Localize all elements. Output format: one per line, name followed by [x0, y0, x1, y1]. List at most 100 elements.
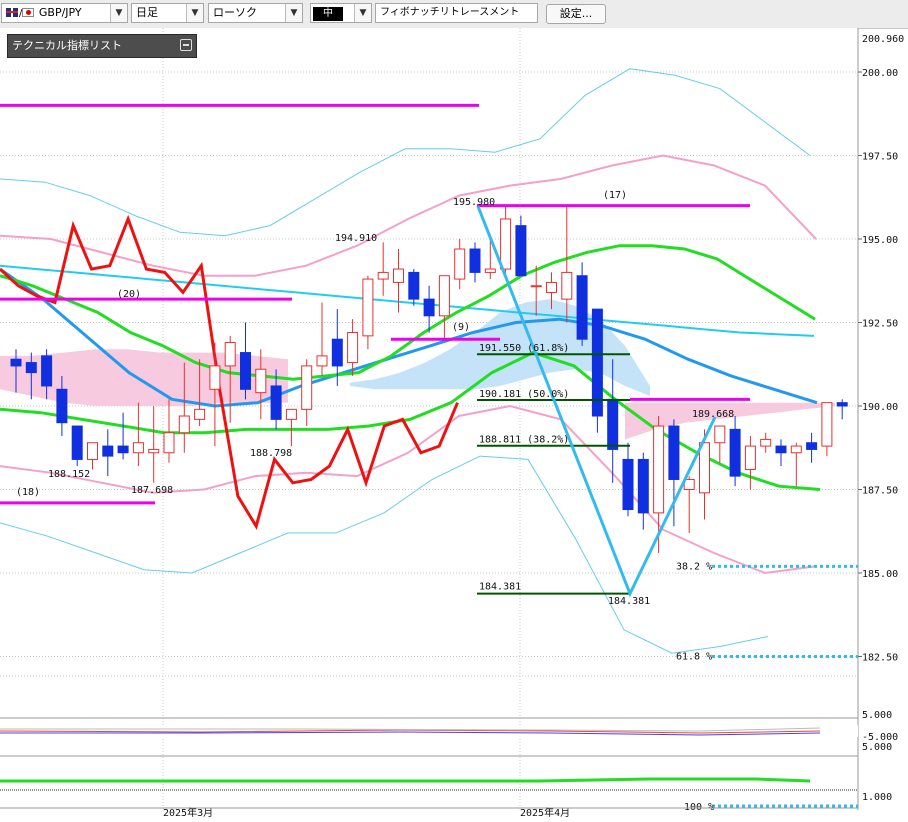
- lower-tick: 5.000: [862, 710, 892, 721]
- candle-body: [10, 358, 22, 367]
- indicator-list-panel[interactable]: テクニカル指標リスト: [7, 34, 197, 58]
- chart-background: [0, 28, 858, 822]
- candle-body: [469, 248, 481, 273]
- fib-level-label: 190.181 (50.0%): [479, 389, 569, 400]
- price-tick: 187.50: [862, 486, 898, 497]
- candle-body: [729, 428, 741, 477]
- chart-type-select[interactable]: ローソク ▼: [208, 3, 303, 23]
- candle-body: [240, 352, 251, 390]
- period-label: (17): [603, 190, 627, 201]
- candle-body: [377, 271, 389, 280]
- candle-body: [132, 442, 144, 454]
- candle-body: [163, 432, 175, 454]
- size-select[interactable]: 中 ▼: [310, 3, 372, 23]
- symbol-select[interactable]: / GBP/JPY ▼: [1, 3, 128, 23]
- settings-button[interactable]: 設定...: [546, 4, 606, 24]
- uk-flag-icon: [6, 7, 18, 17]
- candle-body: [270, 385, 282, 420]
- candle-body: [102, 445, 114, 457]
- price-annotation: 194.910: [335, 233, 377, 244]
- period-label: (18): [16, 487, 40, 498]
- price-annotation: 188.798: [250, 448, 292, 459]
- candle-body: [714, 425, 726, 444]
- price-tick: 190.00: [862, 402, 898, 413]
- price-tick: 195.00: [862, 235, 898, 246]
- candle-body: [637, 458, 649, 514]
- symbol-label: GBP/JPY: [38, 6, 82, 19]
- candle-body: [576, 275, 588, 340]
- candle-body: [790, 445, 802, 454]
- candle-body: [178, 415, 190, 434]
- chevron-down-icon[interactable]: ▼: [110, 4, 127, 22]
- fib-level-label: 188.811 (38.2%): [479, 435, 569, 446]
- price-tick: 200.960: [862, 34, 904, 45]
- candle-body: [117, 445, 129, 454]
- price-annotation: 189.668: [692, 409, 734, 420]
- candle-body: [561, 271, 573, 300]
- price-chart[interactable]: 191.550 (61.8%) 190.181 (50.0%) 188.811 (3…: [0, 28, 908, 822]
- fib-projection-label: 38.2 %: [676, 561, 712, 572]
- chart-type-label: ローソク: [213, 6, 257, 19]
- candle-body: [806, 442, 818, 450]
- price-annotation: 184.381: [608, 596, 650, 607]
- candle-body: [836, 402, 848, 407]
- price-annotation: 188.152: [48, 469, 90, 480]
- candle-body: [423, 298, 435, 317]
- chevron-down-icon[interactable]: ▼: [285, 4, 302, 22]
- candle-body: [194, 408, 206, 420]
- candle-body: [653, 425, 665, 514]
- lower-tick: 5.000: [862, 742, 892, 753]
- period-label: (9): [452, 322, 470, 333]
- candle-body: [285, 408, 297, 420]
- minimize-icon[interactable]: [180, 39, 192, 51]
- candle-body: [362, 278, 374, 337]
- price-tick: 185.00: [862, 569, 898, 580]
- indicator-list-title: テクニカル指標リスト: [12, 39, 122, 52]
- candle-body: [500, 218, 512, 270]
- candle-body: [821, 402, 833, 447]
- candle-body: [438, 275, 450, 317]
- fib-level-label: 191.550 (61.8%): [479, 343, 569, 354]
- size-label: 中: [313, 7, 343, 21]
- price-tick: 182.50: [862, 653, 898, 664]
- jp-flag-icon: [22, 7, 35, 17]
- lower-tick: 1.000: [862, 792, 892, 803]
- timeframe-select[interactable]: 日足 ▼: [131, 3, 204, 23]
- candle-body: [224, 342, 236, 367]
- candle-body: [71, 425, 83, 460]
- candle-body: [744, 445, 756, 470]
- chevron-down-icon[interactable]: ▼: [354, 4, 371, 22]
- candle-body: [255, 368, 267, 394]
- candle-body: [668, 425, 680, 480]
- toolbar: / GBP/JPY ▼ 日足 ▼ ローソク ▼ 中 ▼ フィボナッチリトレースメ…: [0, 0, 908, 29]
- price-annotation: 195.980: [453, 197, 495, 208]
- price-tick: 197.50: [862, 152, 898, 163]
- candle-body: [622, 458, 634, 511]
- candle-body: [546, 281, 557, 293]
- candle-body: [408, 271, 420, 300]
- candle-body: [301, 365, 313, 410]
- oscillator-area: [0, 725, 858, 737]
- candle-body: [331, 338, 343, 367]
- candle-body: [25, 362, 37, 374]
- candle-body: [316, 355, 328, 367]
- candle-body: [484, 268, 496, 273]
- candle-body: [760, 438, 772, 447]
- price-annotation: 187.698: [131, 485, 173, 496]
- candle-body: [209, 365, 221, 390]
- chevron-down-icon[interactable]: ▼: [186, 4, 203, 22]
- candle-body: [87, 442, 98, 460]
- candle-body: [148, 448, 160, 454]
- candle-body: [393, 268, 404, 283]
- fib-level-label: 184.381: [479, 582, 521, 593]
- drawing-tool-field[interactable]: フィボナッチリトレースメント: [375, 3, 538, 23]
- candle-body: [56, 388, 68, 424]
- fib-projection-label: 61.8 %: [676, 652, 712, 663]
- candle-body: [515, 225, 527, 277]
- period-label: (20): [117, 289, 141, 300]
- candle-body: [530, 285, 542, 288]
- candle-body: [41, 355, 53, 387]
- timeframe-label: 日足: [136, 6, 158, 19]
- candle-body: [699, 442, 710, 494]
- candle-body: [347, 332, 359, 364]
